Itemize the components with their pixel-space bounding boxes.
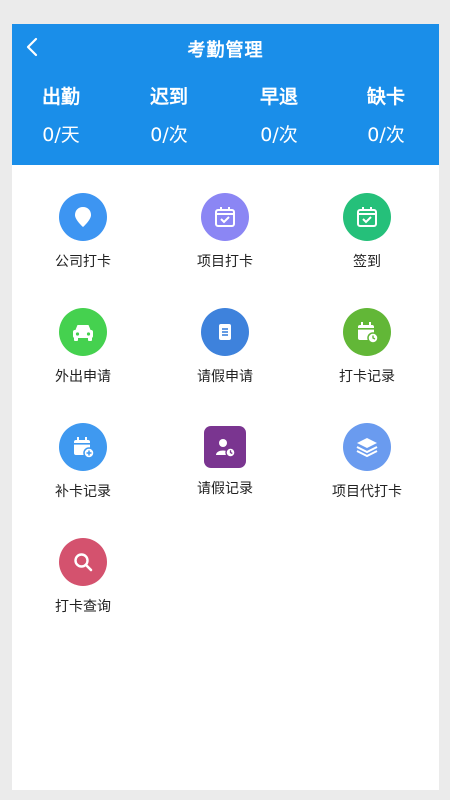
menu-label: 签到 xyxy=(353,254,381,270)
icon-circle xyxy=(59,308,107,356)
page-title: 考勤管理 xyxy=(187,40,264,61)
menu-label: 外出申请 xyxy=(55,369,111,385)
menu-project-punch[interactable]: 项目打卡 xyxy=(154,187,296,297)
menu-label: 打卡记录 xyxy=(339,369,395,385)
menu-label: 补卡记录 xyxy=(55,484,111,500)
user-clock-icon xyxy=(216,439,236,458)
menu-leave-request[interactable]: 请假申请 xyxy=(154,302,296,412)
stat-value: 0/天 xyxy=(42,124,80,146)
icon-circle xyxy=(59,538,107,586)
stat-value: 0/次 xyxy=(150,124,188,146)
location-pin-icon xyxy=(75,207,91,227)
document-icon xyxy=(219,324,231,340)
menu-label: 请假申请 xyxy=(197,369,253,385)
menu-leave-records[interactable]: 请假记录 xyxy=(154,417,296,527)
menu-punch-records[interactable]: 打卡记录 xyxy=(296,302,438,412)
menu-label: 项目打卡 xyxy=(197,254,253,270)
icon-circle xyxy=(59,423,107,471)
menu-punch-query[interactable]: 打卡查询 xyxy=(12,532,154,642)
stat-label: 缺卡 xyxy=(366,86,405,108)
stat-value: 0/次 xyxy=(367,124,405,146)
stat-late: 迟到 0/次 xyxy=(124,84,214,148)
calendar-clock-icon xyxy=(358,322,379,344)
search-icon xyxy=(74,553,93,572)
menu-label: 请假记录 xyxy=(197,481,253,497)
calendar-check-icon xyxy=(357,207,377,227)
phone-screen: 考勤管理 出勤 0/天 迟到 0/次 早退 0/次 缺卡 0/次 公司打卡 项目… xyxy=(12,24,439,790)
calendar-add-icon xyxy=(74,437,95,459)
header: 考勤管理 出勤 0/天 迟到 0/次 早退 0/次 缺卡 0/次 xyxy=(12,24,439,165)
menu-label: 项目代打卡 xyxy=(332,484,402,500)
stat-early-leave: 早退 0/次 xyxy=(234,84,324,148)
stat-label: 出勤 xyxy=(41,86,80,108)
layers-icon xyxy=(356,438,378,458)
menu-makeup-records[interactable]: 补卡记录 xyxy=(12,417,154,527)
icon-circle xyxy=(343,308,391,356)
icon-square xyxy=(204,426,246,468)
stat-value: 0/次 xyxy=(260,124,298,146)
calendar-check-icon xyxy=(215,207,235,227)
car-icon xyxy=(73,325,93,341)
icon-circle xyxy=(201,308,249,356)
stat-label: 早退 xyxy=(259,86,298,108)
stat-label: 迟到 xyxy=(149,86,188,108)
icon-circle xyxy=(59,193,107,241)
stat-missing-punch: 缺卡 0/次 xyxy=(341,84,431,148)
menu-proxy-punch[interactable]: 项目代打卡 xyxy=(296,417,438,527)
menu-outing-request[interactable]: 外出申请 xyxy=(12,302,154,412)
icon-circle xyxy=(201,193,249,241)
menu-sign-in[interactable]: 签到 xyxy=(296,187,438,297)
menu-label: 公司打卡 xyxy=(55,254,111,270)
icon-circle xyxy=(343,423,391,471)
stat-attendance: 出勤 0/天 xyxy=(16,84,106,148)
menu-label: 打卡查询 xyxy=(55,599,111,615)
icon-circle xyxy=(343,193,391,241)
menu-company-punch[interactable]: 公司打卡 xyxy=(12,187,154,297)
